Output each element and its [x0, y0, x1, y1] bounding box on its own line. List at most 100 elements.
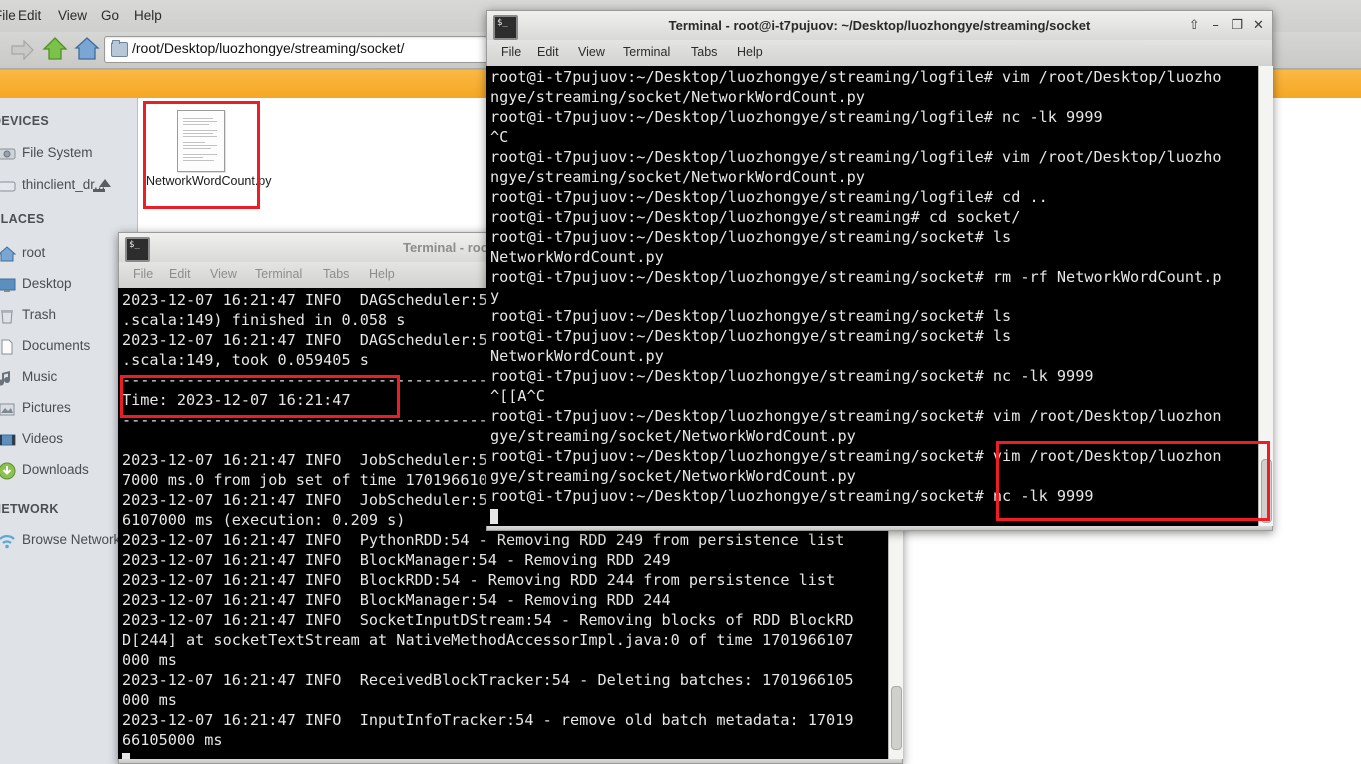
menu-item-edit[interactable]: Edit — [169, 267, 191, 281]
sidebar-header-devices: DEVICES — [0, 114, 49, 128]
menu-item-help[interactable]: Help — [737, 45, 763, 59]
terminal-scrollbar[interactable] — [1258, 66, 1273, 526]
terminal-line: 000 ms — [122, 691, 177, 709]
terminal-line: NetworkWordCount.py — [490, 347, 664, 366]
terminal-cursor — [490, 507, 1258, 526]
window-frame-bottom — [118, 759, 903, 764]
harddisk-icon — [0, 148, 16, 160]
terminal-line: y — [490, 287, 500, 306]
terminal-line: root@i-t7pujuov:~/Desktop/luozhongye/str… — [490, 407, 1222, 426]
terminal-line: root@i-t7pujuov:~/Desktop/luozhongye/str… — [490, 327, 1012, 346]
terminal-line: 2023-12-07 16:21:47 INFO PythonRDD:54 - … — [122, 531, 845, 549]
python-file-icon — [177, 110, 225, 172]
home-icon — [0, 246, 16, 262]
sidebar-item-label: Desktop — [22, 276, 72, 291]
terminal-line: 2023-12-07 16:21:47 INFO BlockRDD:54 - R… — [122, 571, 836, 589]
minimize-button[interactable]: – — [1207, 11, 1224, 41]
terminal-window-socket[interactable]: Terminal - root@i-t7pujuov: ~/Desktop/lu… — [486, 10, 1273, 531]
sidebar-item-thinclient-drive[interactable]: thinclient_dr... — [0, 175, 142, 199]
menu-item-help[interactable]: Help — [134, 8, 162, 23]
terminal-line: root@i-t7pujuov:~/Desktop/luozhongye/str… — [490, 68, 1222, 86]
pictures-icon — [0, 403, 15, 416]
menu-item-tabs[interactable]: Tabs — [691, 45, 717, 59]
sidebar-header-network: NETWORK — [0, 502, 59, 516]
terminal-line: NetworkWordCount.py — [490, 247, 664, 266]
sidebar-item-label: Pictures — [22, 400, 71, 415]
file-item-label: NetworkWordCount.py — [146, 174, 272, 188]
terminal-line: root@i-t7pujuov:~/Desktop/luozhongye/str… — [490, 487, 1094, 506]
terminal-line: 000 ms — [122, 651, 177, 669]
window-title: Terminal - root@i-t7pujuov: ~/Desktop/lu… — [668, 18, 1091, 33]
menu-item-terminal[interactable]: Terminal — [255, 267, 302, 281]
desktop-icon — [0, 278, 16, 292]
sidebar-header-places: PLACES — [0, 212, 45, 226]
menu-item-edit[interactable]: Edit — [537, 45, 559, 59]
close-button[interactable]: ✕ — [1250, 11, 1267, 41]
menu-item-tabs[interactable]: Tabs — [323, 267, 349, 281]
maximize-button[interactable]: ❐ — [1229, 11, 1246, 41]
terminal-cursor — [122, 750, 888, 759]
file-item-networkwordcount[interactable]: NetworkWordCount.py — [146, 104, 272, 214]
documents-icon — [1, 339, 13, 355]
terminal-line: root@i-t7pujuov:~/Desktop/luozhongye/str… — [490, 447, 1222, 466]
sidebar-item-label: Downloads — [22, 462, 89, 477]
sidebar-item-label: Trash — [22, 307, 57, 322]
terminal-line: root@i-t7pujuov:~/Desktop/luozhongye/str… — [490, 267, 1222, 286]
menu-item-view[interactable]: View — [58, 8, 87, 23]
sidebar-item-label: Videos — [22, 431, 64, 446]
terminal-line: root@i-t7pujuov:~/Desktop/luozhongye/str… — [490, 147, 1222, 166]
videos-icon — [0, 434, 16, 446]
menu-item-file[interactable]: File — [133, 267, 153, 281]
sidebar-item-label: root — [22, 245, 46, 260]
menu-item-file[interactable]: File — [0, 8, 16, 23]
terminal-line: 2023-12-07 16:21:47 INFO BlockManager:54… — [122, 551, 671, 569]
path-text: /root/Desktop/luozhongye/streaming/socke… — [132, 40, 405, 56]
network-icon — [0, 535, 15, 549]
terminal-line: root@i-t7pujuov:~/Desktop/luozhongye/str… — [490, 107, 1103, 126]
window-frame-bottom — [486, 526, 1273, 531]
sidebar-item-label: File System — [22, 145, 93, 160]
terminal-line: gye/streaming/socket/NetworkWordCount.py — [490, 427, 856, 446]
menu-item-edit[interactable]: Edit — [18, 8, 41, 23]
terminal-line: root@i-t7pujuov:~/Desktop/luozhongye/str… — [490, 187, 1048, 206]
terminal-line: 2023-12-07 16:21:47 INFO SocketInputDStr… — [122, 611, 854, 629]
terminal-line: root@i-t7pujuov:~/Desktop/luozhongye/str… — [490, 307, 1012, 326]
terminal-menubar: File Edit View Terminal Tabs Help — [486, 40, 1273, 66]
up-arrow-icon[interactable] — [42, 36, 68, 62]
menu-item-view[interactable]: View — [210, 267, 237, 281]
window-controls[interactable]: ⇧ – ❐ ✕ — [1186, 11, 1267, 41]
titlebar[interactable]: Terminal - root@i-t7pujuov: ~/Desktop/lu… — [486, 10, 1273, 40]
terminal-line: 2023-12-07 16:21:47 INFO ReceivedBlockTr… — [122, 671, 854, 689]
menu-item-help[interactable]: Help — [369, 267, 395, 281]
menu-item-view[interactable]: View — [578, 45, 605, 59]
terminal-line: ^C — [490, 127, 509, 146]
music-icon — [0, 371, 11, 386]
terminal-line: root@i-t7pujuov:~/Desktop/luozhongye/str… — [490, 207, 1021, 226]
menu-item-file[interactable]: File — [501, 45, 521, 59]
home-icon[interactable] — [74, 36, 100, 62]
menu-item-go[interactable]: Go — [101, 8, 119, 23]
terminal-line: ngye/streaming/socket/NetworkWordCount.p… — [490, 167, 865, 186]
sidebar-item-label: Music — [22, 369, 58, 384]
terminal-output[interactable]: root@i-t7pujuov:~/Desktop/luozhongye/str… — [487, 66, 1258, 526]
terminal-line: ngye/streaming/socket/NetworkWordCount.p… — [490, 87, 865, 106]
terminal-line: 2023-12-07 16:21:47 INFO BlockManager:54… — [122, 591, 671, 609]
terminal-line: 66105000 ms — [122, 731, 223, 749]
sidebar-item-label: Documents — [22, 338, 91, 353]
trash-icon — [1, 310, 13, 324]
menu-item-terminal[interactable]: Terminal — [623, 45, 670, 59]
scrollbar-thumb[interactable] — [1261, 459, 1272, 523]
folder-icon — [111, 40, 128, 57]
terminal-line: root@i-t7pujuov:~/Desktop/luozhongye/str… — [490, 227, 1012, 246]
terminal-line: ^[[A^C — [490, 387, 545, 406]
sidebar-item-file-system[interactable]: File System — [0, 143, 142, 167]
terminal-line: D[244] at socketTextStream at NativeMeth… — [122, 631, 854, 649]
terminal-line: 2023-12-07 16:21:47 INFO InputInfoTracke… — [122, 711, 854, 729]
forward-arrow-icon[interactable] — [10, 38, 36, 62]
terminal-line: gye/streaming/socket/NetworkWordCount.py — [490, 467, 856, 486]
scrollbar-thumb[interactable] — [891, 686, 902, 750]
shade-button[interactable]: ⇧ — [1186, 11, 1203, 41]
drive-icon — [0, 181, 16, 192]
sidebar-item-label: Browse Network — [22, 532, 121, 547]
downloads-icon — [0, 462, 16, 480]
